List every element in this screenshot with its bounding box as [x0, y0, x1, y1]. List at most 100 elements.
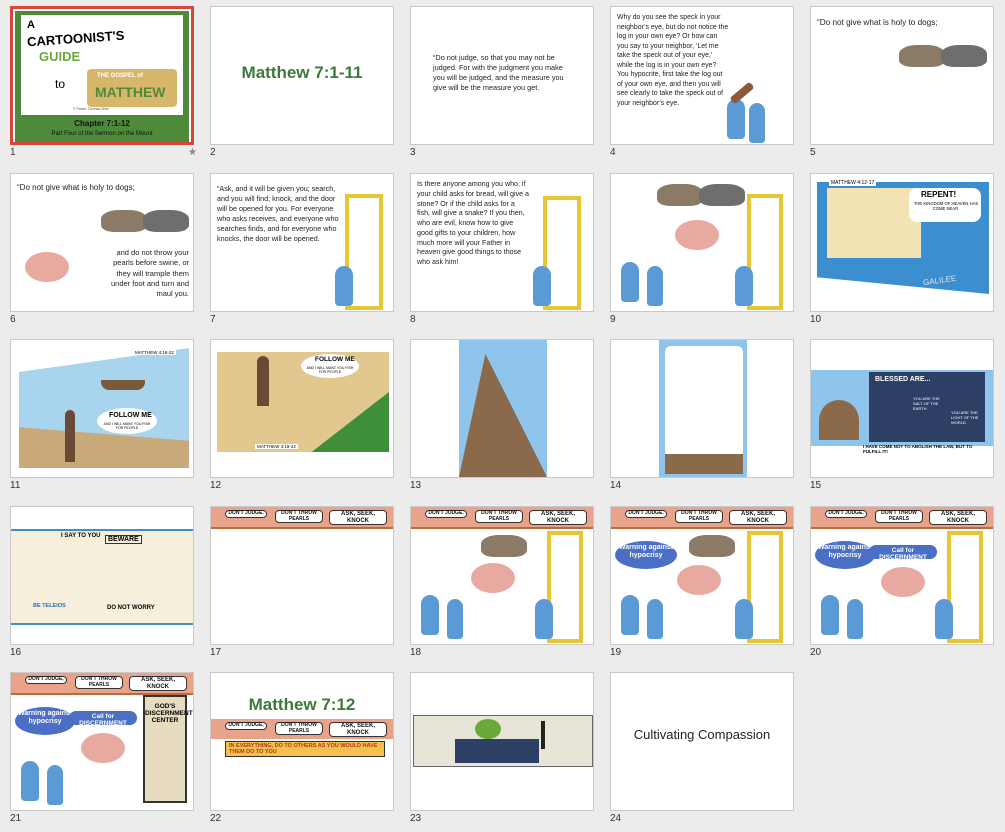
- slide-number: 16: [10, 647, 22, 658]
- slide-thumbnail-4[interactable]: Why do you see the speck in your neighbo…: [610, 6, 794, 145]
- slide-thumbnail-22[interactable]: Matthew 7:12 DON'T JUDGE, DON'T THROW PE…: [210, 672, 394, 811]
- book-big: MATTHEW: [95, 84, 166, 100]
- slide-number: 21: [10, 813, 22, 824]
- title-line1: A: [27, 19, 35, 31]
- slide-cell-15: BLESSED ARE... YOU ARE THE SALT OF THE E…: [810, 339, 996, 491]
- slide-number: 5: [810, 147, 816, 158]
- blue-figure-drawing: [335, 266, 353, 306]
- slide-thumbnail-5[interactable]: “Do not give what is holy to dogs;: [810, 6, 994, 145]
- blue-figure-drawing: [821, 595, 839, 635]
- slide-number: 10: [810, 314, 822, 325]
- pig-drawing: [677, 565, 721, 595]
- blessed-label: BLESSED ARE...: [875, 376, 931, 383]
- slide-thumbnail-15[interactable]: BLESSED ARE... YOU ARE THE SALT OF THE E…: [810, 339, 994, 478]
- follow-sub: AND I WILL MAKE YOU FISH FOR PEOPLE: [306, 366, 354, 374]
- slide-thumbnail-21[interactable]: DON'T JUDGE, DON'T THROW PEARLS ASK, SEE…: [10, 672, 194, 811]
- warning-bubble: Warning against hypocrisy: [15, 707, 75, 735]
- slide-cell-9: 9: [610, 173, 796, 325]
- slide-cell-18: DON'T JUDGE, DON'T THROW PEARLS ASK, SEE…: [410, 506, 596, 658]
- slide-number: 19: [610, 647, 622, 658]
- slide-thumbnail-13[interactable]: [410, 339, 594, 478]
- pig-drawing: [81, 733, 125, 763]
- blue-figure-drawing: [647, 599, 663, 639]
- dog-drawing: [689, 535, 735, 557]
- slide-cell-7: “Ask, and it will be given you; search, …: [210, 173, 396, 325]
- slide-number: 22: [210, 813, 222, 824]
- slide-text: “Do not give what is holy to dogs;: [17, 183, 135, 192]
- slide-thumbnail-23[interactable]: [410, 672, 594, 811]
- slide-number: 18: [410, 647, 422, 658]
- pill-dont-throw: DON'T THROW PEARLS: [275, 722, 323, 735]
- pill-dont-throw: DON'T THROW PEARLS: [475, 510, 523, 523]
- slide-thumbnail-6[interactable]: “Do not give what is holy to dogs; and d…: [10, 173, 194, 312]
- slide-cell-16: I SAY TO YOU BEWARE BE TELEIOS DO NOT WO…: [10, 506, 196, 658]
- slide-number: 15: [810, 480, 822, 491]
- slide-thumbnail-7[interactable]: “Ask, and it will be given you; search, …: [210, 173, 394, 312]
- blue-figure-drawing: [647, 266, 663, 306]
- warning-bubble: Warning against hypocrisy: [815, 541, 875, 569]
- slide-thumbnail-19[interactable]: DON'T JUDGE, DON'T THROW PEARLS ASK, SEE…: [610, 506, 794, 645]
- pill-dont-judge: DON'T JUDGE,: [225, 722, 267, 730]
- slide-number: 4: [610, 147, 616, 158]
- slide-text: Is there anyone among you who, if your c…: [417, 180, 529, 267]
- blue-figure-drawing: [727, 99, 745, 139]
- pig-drawing: [675, 220, 719, 250]
- discernment-bubble: Call for DISCERNMENT: [69, 711, 137, 727]
- slide-thumbnail-24[interactable]: Cultivating Compassion: [610, 672, 794, 811]
- slide-thumbnail-2[interactable]: Matthew 7:1-11: [210, 6, 394, 145]
- slide-thumbnail-12[interactable]: FOLLOW ME AND I WILL MAKE YOU FISH FOR P…: [210, 339, 394, 478]
- isay-label: I SAY TO YOU: [61, 533, 101, 539]
- slide-number: 24: [610, 813, 622, 824]
- slide-thumbnail-18[interactable]: DON'T JUDGE, DON'T THROW PEARLS ASK, SEE…: [410, 506, 594, 645]
- slide-text: “Do not judge, so that you may not be ju…: [433, 53, 564, 93]
- slide-thumbnail-11[interactable]: MATTHEW 4:18-22 FOLLOW ME AND I WILL MAK…: [10, 339, 194, 478]
- title-line3: GUIDE: [39, 49, 81, 64]
- slide-number: 9: [610, 314, 616, 325]
- slide-cell-2: Matthew 7:1-11 2: [210, 6, 396, 158]
- pill-dont-throw: DON'T THROW PEARLS: [275, 510, 323, 523]
- slide-thumbnail-9[interactable]: [610, 173, 794, 312]
- tree-drawing: [475, 719, 501, 739]
- beware-label: BEWARE: [105, 535, 142, 544]
- repent-sub: THE KINGDOM OF HEAVEN HAS COME NEAR.: [913, 201, 979, 211]
- pill-dont-throw: DON'T THROW PEARLS: [875, 510, 923, 523]
- slide-sorter-grid: A CARTOONIST'S GUIDE to THE GOSPEL of MA…: [0, 0, 1005, 832]
- slide-thumbnail-10[interactable]: MATTHEW 4:12-17 REPENT! THE KINGDOM OF H…: [810, 173, 994, 312]
- pill-ask-seek: ASK, SEEK, KNOCK: [329, 510, 387, 526]
- slide-thumbnail-3[interactable]: “Do not judge, so that you may not be ju…: [410, 6, 594, 145]
- ref-label: MATTHEW 4:18-22: [255, 444, 298, 449]
- pill-dont-judge: DON'T JUDGE,: [825, 510, 867, 518]
- slide-cell-17: DON'T JUDGE, DON'T THROW PEARLS ASK, SEE…: [210, 506, 396, 658]
- donot-label: DO NOT WORRY: [107, 605, 155, 611]
- pill-ask-seek: ASK, SEEK, KNOCK: [529, 510, 587, 526]
- slide-thumbnail-20[interactable]: DON'T JUDGE, DON'T THROW PEARLS ASK, SEE…: [810, 506, 994, 645]
- slide-cell-24: Cultivating Compassion 24: [610, 672, 796, 824]
- star-icon[interactable]: ★: [188, 147, 197, 158]
- chapter-label: Chapter 7:1-12: [74, 119, 130, 128]
- slide-cell-12: FOLLOW ME AND I WILL MAKE YOU FISH FOR P…: [210, 339, 396, 491]
- pill-ask-seek: ASK, SEEK, KNOCK: [929, 510, 987, 526]
- fulfill-label: I HAVE COME NOT TO ABOLISH THE LAW, BUT …: [863, 444, 973, 454]
- blue-figure-drawing: [935, 599, 953, 639]
- slide-cell-4: Why do you see the speck in your neighbo…: [610, 6, 796, 158]
- pill-ask-seek: ASK, SEEK, KNOCK: [729, 510, 787, 526]
- slide-thumbnail-14[interactable]: [610, 339, 794, 478]
- pill-ask-seek: ASK, SEEK, KNOCK: [129, 676, 187, 692]
- slide-thumbnail-1[interactable]: A CARTOONIST'S GUIDE to THE GOSPEL of MA…: [10, 6, 194, 145]
- blue-figure-drawing: [21, 761, 39, 801]
- subtitle: Part Four of the Sermon on the Mount: [51, 131, 153, 137]
- blue-figure-drawing: [621, 595, 639, 635]
- slide-cell-11: MATTHEW 4:18-22 FOLLOW ME AND I WILL MAK…: [10, 339, 196, 491]
- title-to: to: [55, 77, 66, 91]
- blue-figure-drawing: [749, 103, 765, 143]
- slide-heading: Matthew 7:12: [248, 695, 356, 714]
- slide-heading: Matthew 7:1-11: [241, 63, 363, 82]
- slide-thumbnail-17[interactable]: DON'T JUDGE, DON'T THROW PEARLS ASK, SEE…: [210, 506, 394, 645]
- be-label: BE TELEIOS: [33, 603, 66, 609]
- dog-drawing: [657, 184, 703, 206]
- slide-number: 13: [410, 480, 422, 491]
- slide-thumbnail-16[interactable]: I SAY TO YOU BEWARE BE TELEIOS DO NOT WO…: [10, 506, 194, 645]
- slide-thumbnail-8[interactable]: Is there anyone among you who, if your c…: [410, 173, 594, 312]
- credit: © Pastor Thomas Shim: [73, 107, 110, 111]
- dog-drawing: [941, 45, 987, 67]
